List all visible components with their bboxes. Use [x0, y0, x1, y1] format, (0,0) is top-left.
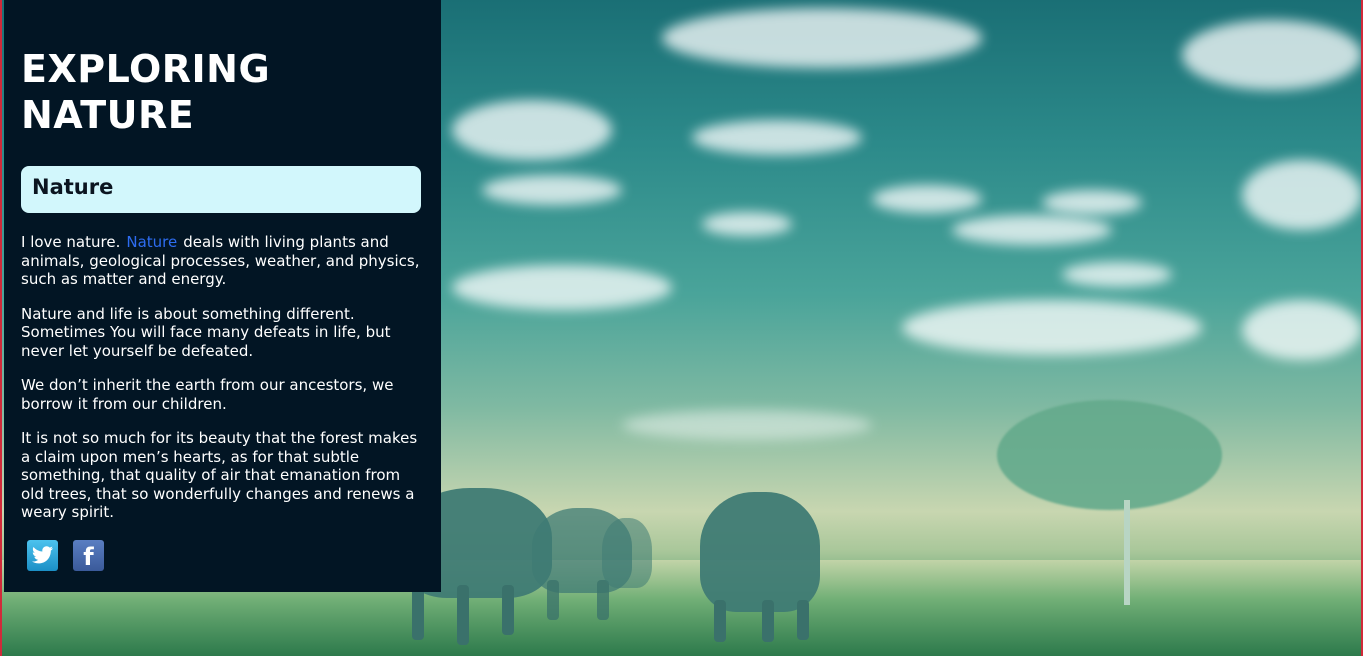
- section-heading-box: Nature: [21, 166, 421, 213]
- cloud: [622, 410, 872, 440]
- cloud: [902, 300, 1202, 355]
- cloud: [1242, 300, 1361, 360]
- elephant: [602, 518, 652, 588]
- elephant-leg: [762, 600, 774, 642]
- cloud: [872, 185, 982, 213]
- cloud: [1242, 160, 1361, 230]
- section-heading: Nature: [32, 175, 114, 199]
- intro-text: I love nature.: [21, 233, 121, 251]
- twitter-button[interactable]: [27, 539, 58, 571]
- cloud: [662, 8, 982, 68]
- elephant-leg: [412, 585, 424, 640]
- elephant-leg: [457, 585, 469, 645]
- cloud: [702, 212, 792, 236]
- tree-canopy: [997, 400, 1222, 510]
- elephant-leg: [597, 580, 609, 620]
- cloud: [452, 265, 672, 310]
- cloud: [452, 100, 612, 160]
- elephant: [700, 492, 820, 612]
- elephant-leg: [547, 580, 559, 620]
- intro-paragraph: I love nature. Nature deals with living pl…: [21, 233, 421, 289]
- elephant-leg: [714, 600, 726, 642]
- paragraph: It is not so much for its beauty that th…: [21, 429, 418, 521]
- cloud: [1182, 20, 1361, 90]
- page-title: EXPLORING NATURE: [21, 47, 271, 137]
- social-links: f: [21, 539, 419, 571]
- paragraph: Nature and life is about something diffe…: [21, 304, 391, 360]
- cloud: [1042, 190, 1142, 215]
- twitter-icon: [31, 546, 53, 564]
- cloud: [1062, 262, 1172, 287]
- content-panel: EXPLORING NATURE Nature I love nature. Na…: [4, 0, 441, 592]
- paragraph: We don’t inherit the earth from our ance…: [21, 376, 394, 413]
- cloud: [482, 175, 622, 205]
- facebook-button[interactable]: f: [73, 539, 104, 571]
- tree-trunk: [1124, 500, 1130, 605]
- facebook-icon: f: [83, 543, 94, 571]
- cloud: [952, 215, 1112, 245]
- nature-link[interactable]: Nature: [126, 233, 177, 251]
- elephant-leg: [502, 585, 514, 635]
- page-frame: EXPLORING NATURE Nature I love nature. Na…: [0, 0, 1363, 656]
- elephant-leg: [797, 600, 809, 640]
- cloud: [692, 120, 862, 155]
